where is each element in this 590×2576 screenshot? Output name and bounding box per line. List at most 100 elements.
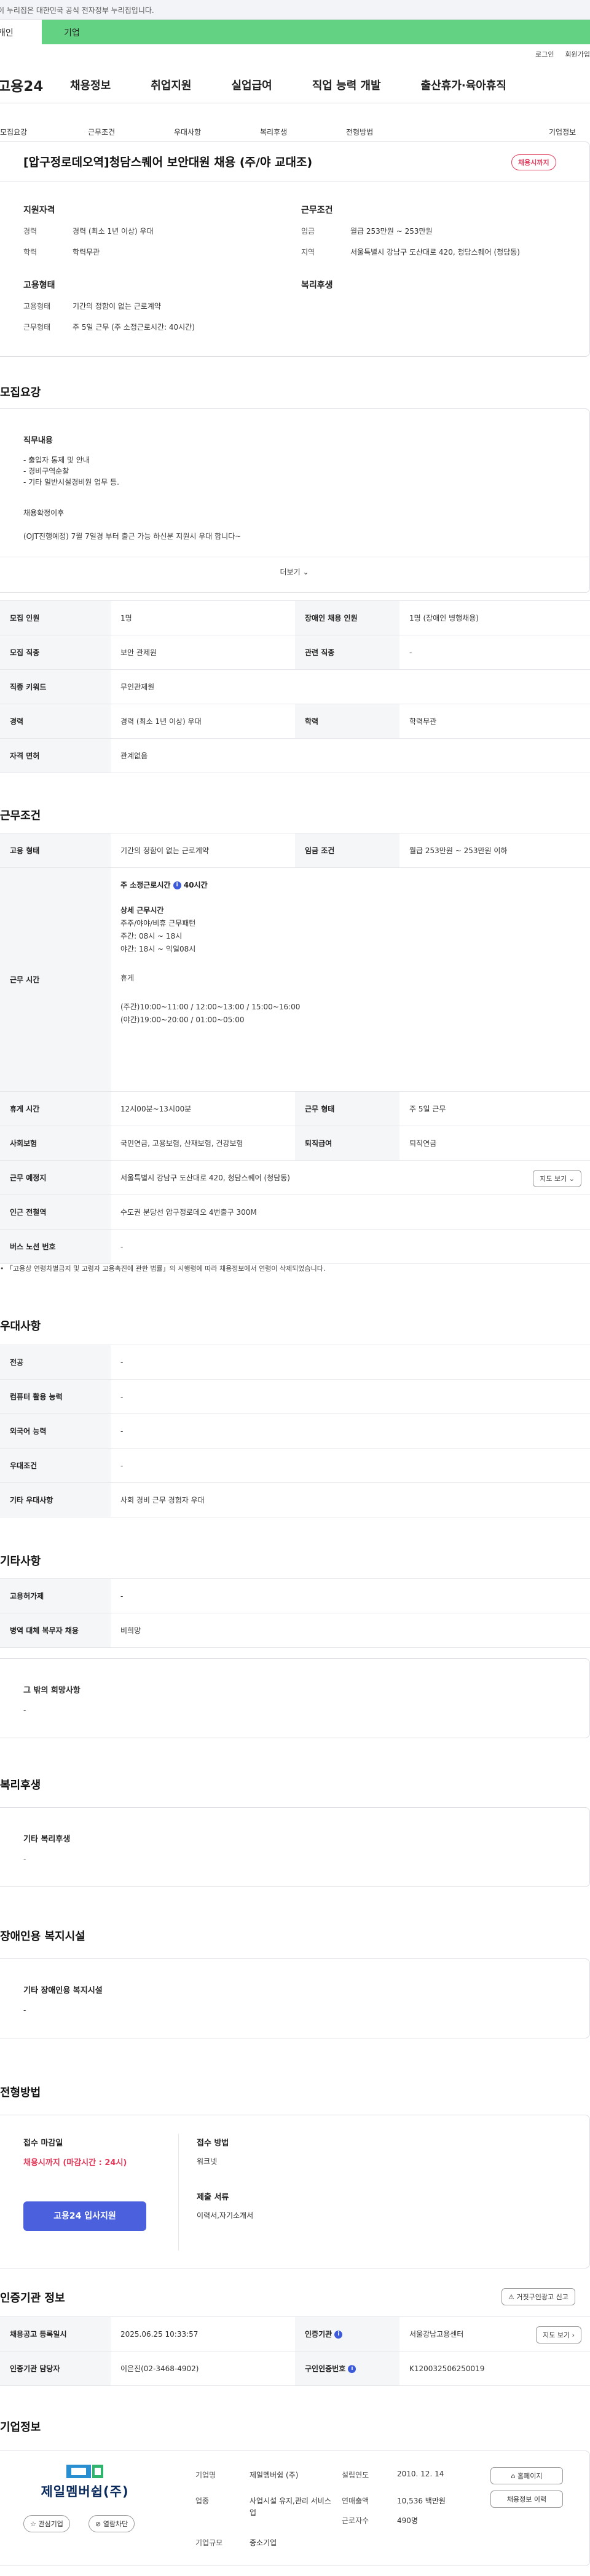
info-icon[interactable]: i	[348, 2365, 356, 2373]
preference-table: 전공 - 컴퓨터 활용 능력 - 외국어 능력 - 우대조건 - 기타 우대사항 사회 경…	[0, 1345, 590, 1517]
wage-label: 임금	[301, 227, 315, 236]
edu-label: 학력	[23, 248, 37, 256]
method-value: 워크넷	[197, 2157, 218, 2166]
homepage-button[interactable]: ⌂ 홈페이지	[490, 2467, 563, 2484]
global-nav: 고용24 채용정보 취업지원 실업급여 직업 능력 개발 출산휴가·육아휴직	[0, 66, 590, 103]
map-button[interactable]: 지도 보기 ⌄	[533, 1170, 581, 1187]
agency-map-button[interactable]: 지도 보기 ›	[536, 2326, 581, 2343]
rest-line: (야간)19:00~20:00 / 01:00~05:00	[120, 1016, 245, 1024]
snb-recruit[interactable]: 모집요강	[0, 127, 27, 137]
section-recruit-heading: 모집요강	[0, 386, 41, 399]
report-button[interactable]: ⚠ 거짓구인광고 신고	[502, 2288, 575, 2305]
snb-welfare[interactable]: 복리후생	[260, 127, 287, 137]
emp-title: 고용형태	[23, 280, 55, 290]
sales-label: 연매출액	[342, 2497, 369, 2505]
hours-cell: 주 소정근로시간 i 40시간 상세 근무시간 주주/야야/비휴 근무패턴 주간…	[111, 867, 590, 1092]
welfare-title: 복리후생	[301, 280, 333, 290]
disabled-card-value: -	[23, 2006, 26, 2014]
gnb-menu-unemployment[interactable]: 실업급여	[232, 77, 272, 93]
detail-title: 상세 근무시간	[120, 906, 164, 915]
snb-conditions[interactable]: 근무조건	[88, 127, 115, 137]
table-row: 모집 직종 보안 관제원 관련 직종 -	[0, 635, 590, 670]
location-label: 지역	[301, 248, 315, 256]
company-card: 제일멤버쉽(주) ☆ 관심기업 ⊘ 열람차단 기업명 제일멤버쉽 (주) 업종 …	[0, 2451, 590, 2566]
table-row: 버스 노선 번호 -	[0, 1229, 590, 1264]
section-selection-heading: 전형방법	[0, 2086, 41, 2099]
edu-value: 학력무관	[73, 248, 100, 256]
table-row: 모집 인원 1명 장애인 채용 인원 1명 (장애인 병행채용)	[0, 600, 590, 635]
weekly-value: 40시간	[183, 881, 208, 889]
info-icon[interactable]: i	[334, 2331, 343, 2339]
section-nav: 모집요강 근무조건 우대사항 복리후생 전형방법 기업정보	[0, 123, 590, 141]
more-label: 더보기	[280, 568, 301, 576]
snb-company[interactable]: 기업정보	[549, 127, 576, 137]
location-value: 서울특별시 강남구 도산대로 420, 청담스퀘어 (청담동)	[350, 248, 520, 256]
section-welfare-heading: 복리후생	[0, 1779, 41, 1792]
join-link[interactable]: 회원가입	[565, 49, 590, 59]
table-row: 경력 경력 (최소 1년 이상) 우대 학력 학력무관	[0, 704, 590, 739]
login-link[interactable]: 로그인	[535, 49, 554, 59]
table-row: 채용공고 등록일시 2025.06.25 10:33:57 인증기관 i 서울강남고용…	[0, 2316, 590, 2351]
section-etc-heading: 기타사항	[0, 1555, 41, 1568]
detail-line: 주주/야야/비휴 근무패턴	[120, 919, 196, 928]
worktype-value: 주 5일 근무 (주 소정근로시간: 40시간)	[73, 323, 195, 332]
sales-value: 10,536 백만원	[397, 2497, 446, 2505]
welfare-card: 기타 복리후생 -	[0, 1807, 590, 1887]
divider	[0, 181, 589, 182]
year-value: 2010. 12. 14	[397, 2470, 444, 2478]
hire-title: 채용확정이후	[23, 509, 65, 517]
job-title: [압구정로데오역]청담스퀘어 보안대원 채용 (주/야 교대조)	[23, 156, 313, 169]
duty-line: - 출입자 통제 및 안내	[23, 456, 90, 464]
table-row: 우대조건 -	[0, 1448, 590, 1483]
weekly-label: 주 소정근로시간	[120, 881, 171, 889]
etc-card: 그 밖의 희망사항 -	[0, 1658, 590, 1738]
staff-value: 490명	[397, 2516, 418, 2525]
career-label: 경력	[23, 227, 37, 236]
block-icon: ⊘	[95, 2520, 101, 2528]
etc-card-value: -	[23, 1706, 26, 1714]
detail-line: 야간: 18시 ~ 익일08시	[120, 945, 196, 953]
info-icon[interactable]: i	[173, 881, 181, 889]
gov-banner: 이 누리집은 대한민국 공식 전자정부 누리집입니다.	[0, 0, 590, 20]
duty-line: - 경비구역순찰	[23, 467, 69, 475]
snb-preference[interactable]: 우대사항	[174, 127, 201, 137]
recruit-table: 모집 인원 1명 장애인 채용 인원 1명 (장애인 병행채용) 모집 직종 보안 관제…	[0, 600, 590, 773]
site-logo[interactable]: 고용24	[0, 74, 70, 95]
deadline-title: 접수 마감일	[23, 2139, 63, 2148]
table-row: 근무 시간 주 소정근로시간 i 40시간 상세 근무시간 주주/야야/비휴 근…	[0, 867, 590, 1092]
section-disabled-heading: 장애인용 복지시설	[0, 1930, 85, 1943]
block-company-button[interactable]: ⊘ 열람차단	[88, 2515, 135, 2532]
selection-card: 접수 마감일 채용시까지 (마감시간 : 24시) 고용24 입사지원 접수 방…	[0, 2115, 590, 2268]
tab-company[interactable]: 기업	[42, 20, 590, 44]
size-label: 기업규모	[195, 2538, 223, 2547]
tab-individual[interactable]: 개인	[0, 20, 42, 44]
table-row: 외국어 능력 -	[0, 1413, 590, 1449]
more-button[interactable]: 더보기 ⌄	[0, 566, 589, 577]
rest-title: 휴게	[120, 974, 135, 982]
gnb-menu-jobs[interactable]: 채용정보	[70, 77, 111, 93]
duty-line: - 기타 일반시설경비원 업무 등.	[23, 478, 119, 487]
apply-button[interactable]: 고용24 입사지원	[23, 2201, 146, 2231]
company-logo: 제일멤버쉽(주)	[23, 2463, 146, 2503]
etc-card-title: 그 밖의 희망사항	[23, 1686, 81, 1695]
disabled-card: 기타 장애인용 복지시설 -	[0, 1958, 590, 2038]
table-row: 자격 면허 관계없음	[0, 738, 590, 773]
table-row: 근무 예정지 서울특별시 강남구 도산대로 420, 청담스퀘어 (청담동) 지도 …	[0, 1160, 590, 1195]
age-note: • 「고용상 연령차별금지 및 고령자 고용촉진에 관한 법률」의 시행령에 따…	[0, 1265, 326, 1273]
section-conditions-heading: 근무조건	[0, 809, 41, 822]
industry-label: 업종	[195, 2497, 210, 2505]
snb-selection[interactable]: 전형방법	[346, 127, 373, 137]
chevron-down-icon: ⌄	[302, 568, 309, 576]
industry-value: 사업시설 유지,관리 서비스업	[250, 2497, 331, 2518]
divider	[178, 2134, 179, 2251]
job-history-button[interactable]: 채용정보 이력	[490, 2491, 563, 2508]
star-icon: ☆	[30, 2520, 36, 2528]
favorite-company-button[interactable]: ☆ 관심기업	[23, 2515, 70, 2532]
section-preference-heading: 우대사항	[0, 1320, 41, 1333]
gnb-menu-employment-support[interactable]: 취업지원	[151, 77, 191, 93]
gnb-menu-training[interactable]: 직업 능력 개발	[312, 77, 381, 93]
size-value: 중소기업	[250, 2538, 277, 2547]
rest-line: (주간)10:00~11:00 / 12:00~13:00 / 15:00~16…	[120, 1003, 301, 1011]
disabled-card-title: 기타 장애인용 복지시설	[23, 1986, 103, 1995]
gnb-menu-leave[interactable]: 출산휴가·육아휴직	[421, 77, 506, 93]
